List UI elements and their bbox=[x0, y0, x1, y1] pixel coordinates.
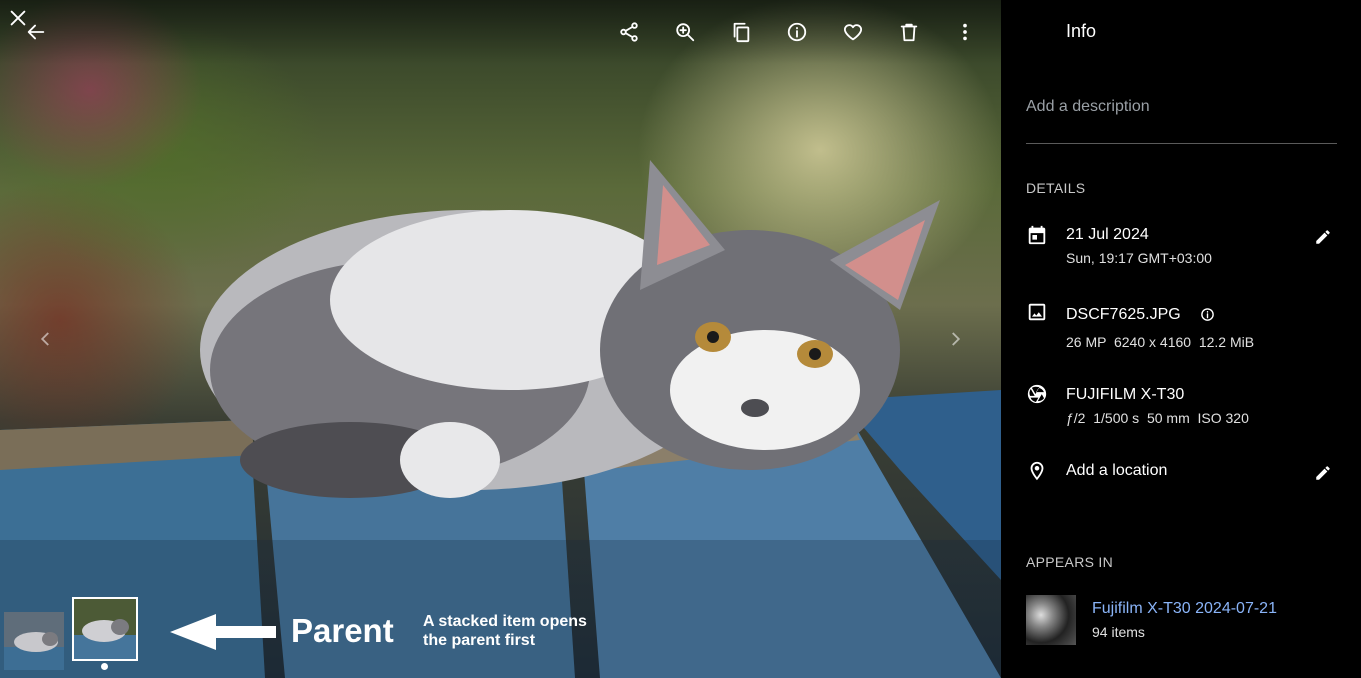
calendar-icon bbox=[1026, 224, 1050, 248]
details-heading: DETAILS bbox=[1026, 180, 1086, 196]
photo-viewer[interactable]: Parent A stacked item opens the parent f… bbox=[0, 0, 1001, 678]
favorite-button[interactable] bbox=[835, 14, 871, 50]
zoom-in-button[interactable] bbox=[667, 14, 703, 50]
share-button[interactable] bbox=[611, 14, 647, 50]
stack-thumbnail[interactable] bbox=[4, 612, 64, 670]
info-icon bbox=[787, 22, 807, 42]
date-sub: Sun, 19:17 GMT+03:00 bbox=[1066, 250, 1212, 266]
edit-location-button[interactable] bbox=[1311, 461, 1335, 485]
chevron-right-icon bbox=[952, 332, 961, 346]
current-indicator-dot bbox=[101, 663, 108, 670]
copy-icon bbox=[733, 22, 750, 43]
delete-button[interactable] bbox=[891, 14, 927, 50]
close-icon bbox=[10, 10, 26, 26]
trash-icon bbox=[900, 23, 918, 42]
stack-thumbnail-parent[interactable] bbox=[72, 597, 138, 661]
camera-aperture-icon bbox=[1026, 383, 1050, 407]
info-icon bbox=[1200, 307, 1214, 321]
description-placeholder: Add a description bbox=[1026, 98, 1150, 115]
annotation-note-line1: A stacked item opens bbox=[423, 613, 587, 630]
appears-in-heading: APPEARS IN bbox=[1026, 554, 1114, 570]
kitten-photo bbox=[200, 160, 940, 498]
image-icon bbox=[1026, 301, 1050, 325]
description-input[interactable]: Add a description bbox=[1026, 96, 1337, 144]
location-pin-icon bbox=[1026, 460, 1050, 484]
info-button[interactable] bbox=[779, 14, 815, 50]
annotation-parent-label: Parent bbox=[291, 612, 394, 649]
close-info-button[interactable] bbox=[0, 0, 36, 36]
camera-sub: ƒ/2 1/500 s 50 mm ISO 320 bbox=[1066, 410, 1249, 426]
annotation-note: A stacked item opens the parent first bbox=[423, 612, 623, 650]
share-icon bbox=[620, 22, 638, 42]
zoom-in-icon bbox=[676, 23, 695, 42]
chevron-left-icon bbox=[40, 332, 49, 346]
next-button[interactable] bbox=[939, 322, 971, 356]
annotation-arrow-icon bbox=[170, 614, 276, 650]
thumbnail-image bbox=[4, 612, 64, 670]
file-name: DSCF7625.JPG bbox=[1066, 306, 1181, 323]
more-vertical-icon bbox=[963, 23, 967, 41]
annotation-note-line2: the parent first bbox=[423, 632, 536, 649]
file-info-button[interactable] bbox=[1196, 303, 1218, 325]
date-main: 21 Jul 2024 bbox=[1066, 226, 1149, 243]
pencil-icon bbox=[1316, 466, 1330, 480]
edit-date-button[interactable] bbox=[1311, 225, 1335, 249]
album-title-link[interactable]: Fujifilm X-T30 2024-07-21 bbox=[1092, 600, 1277, 618]
previous-button[interactable] bbox=[30, 322, 62, 356]
info-title: Info bbox=[1066, 21, 1097, 41]
thumbnail-image bbox=[74, 599, 136, 659]
location-main: Add a location bbox=[1066, 462, 1168, 479]
file-sub: 26 MP 6240 x 4160 12.2 MiB bbox=[1066, 334, 1255, 350]
camera-model: FUJIFILM X-T30 bbox=[1066, 386, 1185, 403]
album-item-count: 94 items bbox=[1092, 624, 1145, 640]
more-button[interactable] bbox=[947, 14, 983, 50]
album-thumbnail[interactable] bbox=[1026, 595, 1076, 645]
pencil-icon bbox=[1316, 230, 1330, 244]
copy-button[interactable] bbox=[723, 14, 759, 50]
heart-icon bbox=[843, 24, 863, 41]
